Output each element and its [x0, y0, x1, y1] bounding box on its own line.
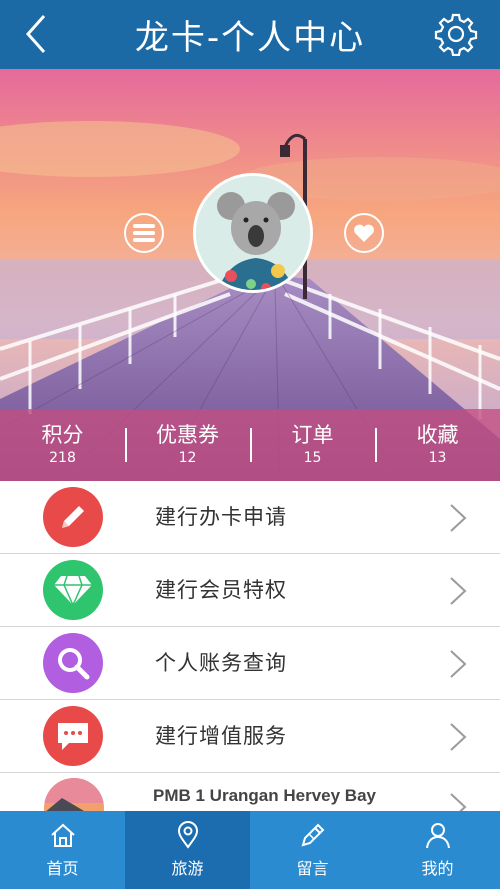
chevron-right-icon [450, 650, 467, 678]
settings-button[interactable] [434, 12, 478, 57]
stat-label: 订单 [291, 423, 334, 447]
chevron-left-icon [25, 15, 46, 53]
tab-travel[interactable]: 旅游 [125, 811, 250, 889]
menu-item-value-added-services[interactable]: 建行增值服务 [0, 700, 500, 773]
heart-icon [354, 224, 374, 242]
chevron-right-icon [450, 723, 467, 751]
chat-icon [43, 706, 103, 766]
tab-messages[interactable]: 留言 [250, 811, 375, 889]
page-title: 龙卡-个人中心 [134, 18, 366, 58]
avatar[interactable] [193, 173, 313, 293]
stat-favorites[interactable]: 收藏 13 [375, 409, 500, 481]
location-list-item[interactable]: PMB 1 Urangan Hervey Bay [0, 774, 500, 814]
tab-label: 我的 [421, 859, 454, 878]
stat-value: 13 [428, 450, 447, 466]
stat-label: 收藏 [416, 423, 459, 447]
pencil-icon [43, 487, 103, 547]
stats-bar: 积分 218 优惠券 12 订单 15 收藏 13 [0, 409, 500, 481]
tab-home[interactable]: 首页 [0, 811, 125, 889]
diamond-icon [43, 560, 103, 620]
location-label: PMB 1 Urangan Hervey Bay [153, 786, 376, 805]
stat-value: 218 [49, 450, 76, 466]
menu-item-label: 个人账务查询 [155, 651, 287, 675]
home-icon [50, 823, 75, 847]
bottom-tab-bar: 首页 旅游 留言 我的 [0, 811, 500, 889]
stat-points[interactable]: 积分 218 [0, 409, 125, 481]
stat-value: 15 [303, 450, 322, 466]
stat-value: 12 [178, 450, 197, 466]
top-bar: 龙卡-个人中心 [0, 0, 500, 69]
back-button[interactable] [18, 12, 58, 56]
menu-item-label: 建行增值服务 [155, 724, 287, 748]
menu-item-label: 建行会员特权 [155, 578, 287, 602]
stat-coupons[interactable]: 优惠券 12 [125, 409, 250, 481]
tab-label: 首页 [46, 859, 79, 878]
search-icon [43, 633, 103, 693]
menu-item-member-privileges[interactable]: 建行会员特权 [0, 554, 500, 627]
location-icon [177, 821, 198, 849]
menu-item-account-inquiry[interactable]: 个人账务查询 [0, 627, 500, 700]
menu-item-label: 建行办卡申请 [155, 505, 287, 529]
tab-label: 留言 [296, 859, 329, 878]
chevron-right-icon [450, 577, 467, 605]
chevron-right-icon [450, 504, 467, 532]
gear-icon [434, 13, 478, 57]
favorite-button[interactable] [344, 213, 384, 253]
tab-profile[interactable]: 我的 [375, 811, 500, 889]
location-thumbnail [44, 778, 104, 814]
stat-orders[interactable]: 订单 15 [250, 409, 375, 481]
menu-button[interactable] [124, 213, 164, 253]
menu-item-card-application[interactable]: 建行办卡申请 [0, 481, 500, 554]
stat-label: 优惠券 [156, 423, 219, 447]
tab-label: 旅游 [171, 859, 204, 878]
user-icon [425, 823, 450, 849]
list-icon [133, 224, 155, 242]
stat-label: 积分 [41, 423, 84, 447]
pen-icon [301, 823, 324, 847]
